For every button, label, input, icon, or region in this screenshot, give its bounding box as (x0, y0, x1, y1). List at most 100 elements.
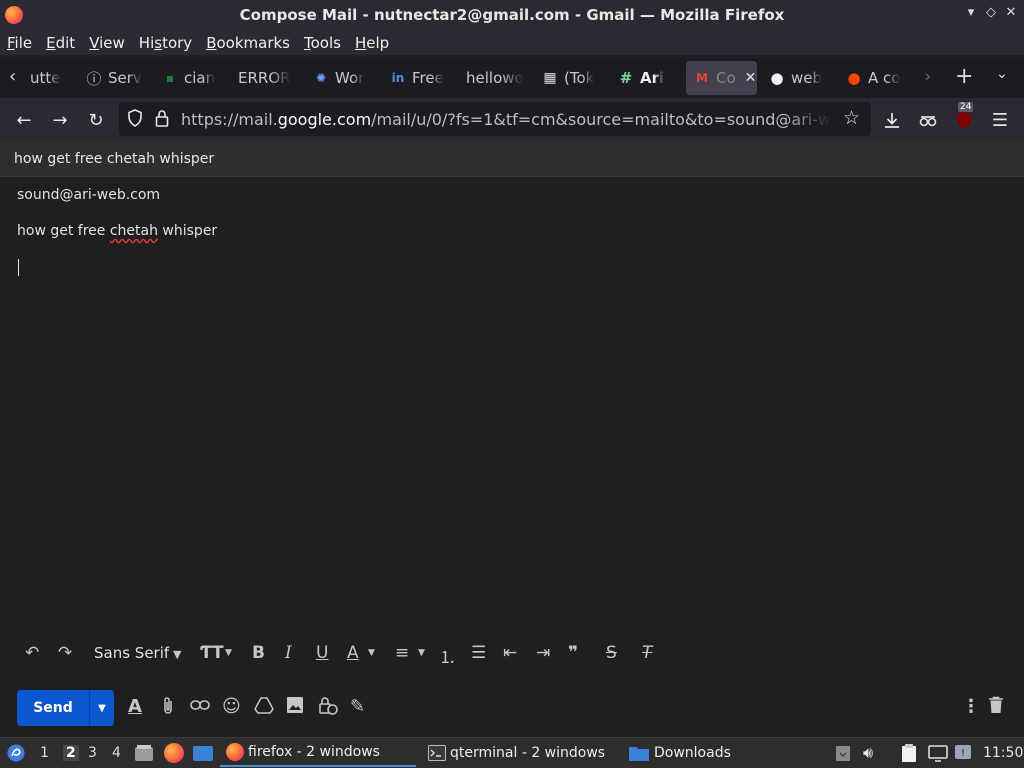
workspace-3[interactable]: 3 (88, 745, 97, 761)
indent-less-icon[interactable]: ⇤ (503, 643, 517, 663)
menu-help[interactable]: Help (355, 34, 389, 52)
tab-4[interactable]: ERROR (238, 61, 294, 95)
minimize-button[interactable]: ▾ (962, 5, 980, 20)
confidential-mode-icon[interactable] (318, 696, 338, 721)
tab-9[interactable]: # Ari (618, 61, 674, 95)
tab-2[interactable]: ⓘ Serv (86, 61, 146, 95)
tab-gmail-compose[interactable]: M Co ✕ (686, 61, 757, 95)
lock-icon[interactable] (155, 109, 169, 131)
workspace-1[interactable]: 1 (40, 745, 49, 761)
close-tab-icon[interactable]: ✕ (745, 70, 757, 86)
strikethrough-icon[interactable]: S (606, 643, 617, 663)
clipboard-tray-icon[interactable] (834, 738, 852, 768)
redo-icon[interactable]: ↷ (58, 643, 72, 663)
send-options-icon[interactable]: ▼ (89, 690, 114, 726)
remove-formatting-icon[interactable]: T (642, 643, 652, 663)
updates-tray-icon[interactable]: ! (954, 738, 972, 768)
italic-icon[interactable]: I (285, 643, 292, 663)
folder-icon (628, 744, 650, 762)
task-qterminal[interactable]: qterminal - 2 windows (424, 739, 620, 767)
start-menu-icon[interactable] (6, 738, 26, 768)
task-downloads[interactable]: Downloads (626, 739, 756, 767)
tab-12[interactable]: ● A co (846, 61, 906, 95)
menu-history[interactable]: History (139, 34, 192, 52)
info-icon: ⓘ (86, 69, 102, 88)
back-button[interactable]: ← (12, 108, 36, 132)
forward-button[interactable]: → (48, 108, 72, 132)
underline-icon[interactable]: U (316, 643, 328, 663)
task-firefox[interactable]: firefox - 2 windows (220, 739, 416, 767)
extension-spy-icon[interactable] (916, 108, 940, 132)
insert-link-icon[interactable] (190, 696, 210, 717)
maximize-button[interactable]: ◇ (982, 5, 1000, 20)
system-clock[interactable]: 11:50 (983, 738, 1023, 768)
tab-5[interactable]: ✺ Wor (313, 61, 373, 95)
compose-action-bar: Send ▼ A ☺ ✎ ⋮ (0, 688, 1024, 728)
close-window-button[interactable]: ✕ (1002, 5, 1020, 20)
font-dropdown-icon[interactable]: ▼ (173, 648, 181, 661)
to-field[interactable]: sound@ari-web.com (17, 187, 160, 203)
terminal-icon (428, 744, 446, 762)
bold-icon[interactable]: B (252, 643, 265, 663)
hamburger-menu-icon[interactable]: ☰ (988, 108, 1012, 132)
quote-icon[interactable]: ❞ (568, 643, 578, 663)
site-favicon-icon: ▦ (543, 70, 557, 86)
message-body[interactable] (0, 250, 1024, 630)
formatting-options-icon[interactable]: A (128, 696, 142, 717)
attach-file-icon[interactable] (160, 696, 176, 721)
svg-text:!: ! (961, 748, 965, 759)
undo-icon[interactable]: ↶ (25, 643, 39, 663)
tab-6[interactable]: in Free (390, 61, 450, 95)
tab-3[interactable]: ▪ cian (162, 61, 222, 95)
send-button[interactable]: Send ▼ (17, 690, 114, 726)
tab-7[interactable]: hellowo (466, 61, 524, 95)
size-dropdown-icon[interactable]: ▼ (225, 648, 232, 658)
github-icon: ● (770, 69, 784, 87)
text-color-icon[interactable]: A (347, 643, 359, 663)
menu-tools[interactable]: Tools (304, 34, 341, 52)
site-favicon-icon: # (619, 69, 633, 87)
firefox-launcher-icon[interactable] (164, 738, 184, 768)
menu-edit[interactable]: Edit (46, 34, 75, 52)
subject-field[interactable]: how get free chetah whisper (17, 223, 217, 239)
tab-8[interactable]: ▦ (Tok (542, 61, 600, 95)
tabs-scroll-right-icon[interactable]: › (924, 66, 931, 87)
file-manager-launcher-icon[interactable] (134, 738, 154, 768)
notes-tray-icon[interactable] (899, 738, 919, 768)
bookmark-star-icon[interactable]: ☆ (843, 107, 860, 129)
discard-draft-icon[interactable] (988, 696, 1004, 719)
indent-more-icon[interactable]: ⇥ (536, 643, 550, 663)
volume-icon[interactable]: 🔊︎ (863, 738, 873, 768)
menu-bookmarks[interactable]: Bookmarks (206, 34, 290, 52)
tabs-scroll-left-icon[interactable]: ‹ (9, 66, 16, 87)
menu-view[interactable]: View (89, 34, 125, 52)
font-size-icon[interactable]: ƬT (200, 643, 224, 663)
color-dropdown-icon[interactable]: ▼ (368, 648, 375, 658)
url-bar[interactable]: https://mail.google.com/mail/u/0/?fs=1&t… (119, 102, 871, 136)
emoji-icon[interactable]: ☺ (222, 696, 241, 717)
tab-1[interactable]: utte (30, 61, 68, 95)
shield-icon[interactable] (127, 109, 143, 131)
bulleted-list-icon[interactable]: ☰ (471, 643, 486, 663)
workspace-4[interactable]: 4 (112, 745, 121, 761)
align-dropdown-icon[interactable]: ▼ (418, 648, 425, 658)
menu-file[interactable]: File (7, 34, 32, 52)
numbered-list-icon[interactable]: ⒈ (439, 643, 456, 668)
ublock-extension-icon[interactable]: 24 (952, 102, 976, 132)
signature-icon[interactable]: ✎ (350, 696, 365, 717)
insert-photo-icon[interactable] (286, 696, 304, 719)
more-options-icon[interactable]: ⋮ (962, 696, 980, 717)
tab-11[interactable]: ● web (769, 61, 829, 95)
workspace-2[interactable]: 2 (63, 745, 79, 761)
network-tray-icon[interactable] (928, 738, 948, 768)
new-tab-button[interactable]: + (955, 64, 973, 89)
downloads-icon[interactable] (880, 108, 904, 132)
window-launcher-icon[interactable] (192, 738, 214, 768)
url-text[interactable]: https://mail.google.com/mail/u/0/?fs=1&t… (181, 110, 831, 129)
align-icon[interactable]: ≡ (395, 643, 409, 663)
window-title: Compose Mail - nutnectar2@gmail.com - Gm… (239, 6, 785, 24)
list-all-tabs-icon[interactable]: ⌄ (996, 66, 1008, 82)
google-drive-icon[interactable] (254, 696, 274, 719)
font-select[interactable]: Sans Serif (94, 644, 169, 662)
reload-button[interactable]: ↻ (84, 108, 108, 132)
